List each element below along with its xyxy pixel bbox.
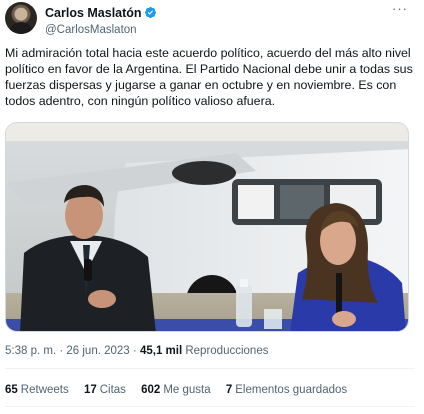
avatar[interactable]: [5, 2, 37, 34]
stat-quotes[interactable]: 17 Citas: [84, 384, 126, 396]
tweet-header: Carlos Maslatón @CarlosMaslaton ···: [5, 2, 415, 36]
photo-image: [6, 123, 408, 331]
stat-likes[interactable]: 602 Me gusta: [141, 384, 211, 396]
tweet-time[interactable]: 5:38 p. m.: [5, 345, 56, 357]
views-count: 45,1 mil: [139, 345, 183, 357]
views-label: Reproducciones: [185, 345, 269, 357]
tweet-meta: 5:38 p. m. · 26 jun. 2023 · 45,1 mil Rep…: [5, 345, 268, 357]
tweet-date[interactable]: 26 jun. 2023: [66, 345, 129, 357]
tweet-photo[interactable]: [5, 122, 409, 332]
stat-bookmarks[interactable]: 7 Elementos guardados: [226, 384, 347, 396]
author-display-name[interactable]: Carlos Maslatón: [45, 6, 142, 20]
meta-separator: ·: [59, 345, 64, 357]
stat-retweets[interactable]: 65 Retweets: [5, 384, 69, 396]
author-block: Carlos Maslatón @CarlosMaslaton: [45, 4, 157, 36]
tweet: Carlos Maslatón @CarlosMaslaton ··· Mi a…: [0, 0, 424, 414]
tweet-text: Mi admiración total hacia este acuerdo p…: [5, 46, 413, 108]
meta-separator: ·: [132, 345, 137, 357]
divider: [5, 406, 415, 407]
more-dots-icon[interactable]: ···: [391, 2, 409, 18]
tweet-stats: 65 Retweets 17 Citas 602 Me gusta 7 Elemento…: [5, 384, 359, 396]
verified-badge-icon: [144, 7, 156, 19]
divider: [5, 368, 415, 369]
author-handle[interactable]: @CarlosMaslaton: [45, 24, 157, 36]
